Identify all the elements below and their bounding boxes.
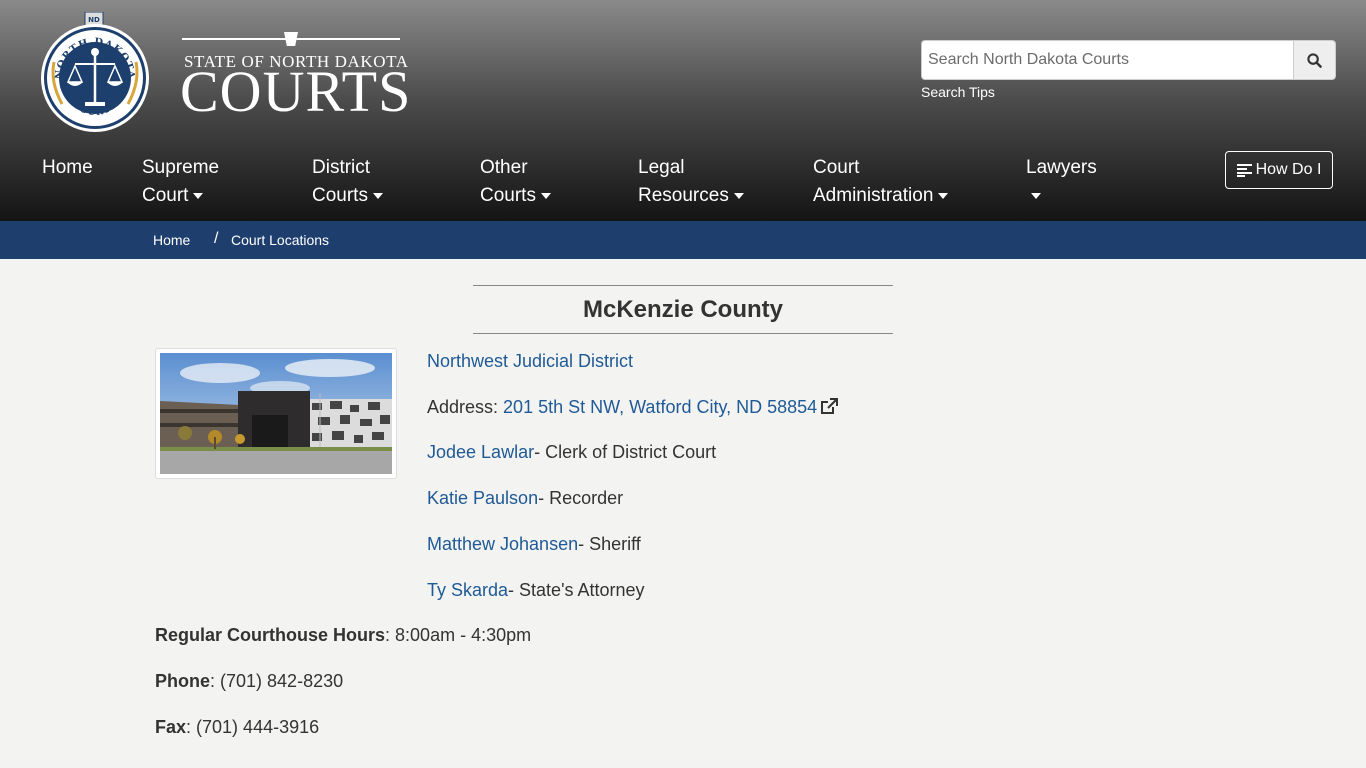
contact-role: - Sheriff: [578, 534, 641, 554]
breadcrumb-separator: /: [214, 230, 219, 247]
hours-line: Regular Courthouse Hours: 8:00am - 4:30p…: [155, 625, 531, 646]
nav-label-line: Supreme: [142, 157, 220, 178]
how-do-i-button[interactable]: How Do I: [1225, 151, 1333, 189]
nav-label-line: Lawyers: [1026, 157, 1097, 178]
external-link-icon[interactable]: [820, 398, 839, 415]
contact-role: - Clerk of District Court: [534, 442, 717, 462]
nav-label-line: Other: [480, 157, 528, 178]
nav-label-line: District: [312, 157, 371, 178]
nav-home[interactable]: Home: [42, 154, 93, 182]
nav-label-line: Administration: [813, 185, 934, 206]
courthouse-photo: [155, 348, 397, 479]
contact-sheriff: Matthew Johansen- Sheriff: [427, 534, 641, 555]
hours-label: Regular Courthouse Hours: [155, 625, 386, 645]
contact-name-link[interactable]: Jodee Lawlar: [427, 442, 534, 462]
site-header: ND NORTH DAKOTA COURTS STATE OF NORTH DA…: [0, 0, 1366, 221]
caret-down-icon: [733, 192, 744, 199]
nav-court-administration[interactable]: Court Administration: [813, 154, 949, 210]
contact-states-attorney: Ty Skarda- State's Attorney: [427, 580, 645, 601]
phone-value: : (701) 842-8230: [210, 671, 344, 691]
hours-value: : 8:00am - 4:30pm: [385, 625, 532, 645]
how-do-i-label: How Do I: [1255, 161, 1322, 178]
fax-line: Fax: (701) 444-3916: [155, 717, 319, 738]
district-link[interactable]: Northwest Judicial District: [427, 351, 633, 371]
caret-down-icon: [193, 192, 204, 199]
breadcrumb: Home / Court Locations: [0, 221, 1366, 259]
phone-label: Phone: [155, 671, 211, 691]
nav-label-line: Court: [813, 157, 860, 178]
caret-down-icon: [540, 192, 551, 199]
contact-clerk: Jodee Lawlar- Clerk of District Court: [427, 442, 716, 463]
contact-name-link[interactable]: Katie Paulson: [427, 488, 538, 508]
nav-legal-resources[interactable]: Legal Resources: [638, 154, 744, 210]
search-button[interactable]: [1293, 40, 1336, 80]
nav-other-courts[interactable]: Other Courts: [480, 154, 551, 210]
site-title-big: COURTS: [180, 59, 412, 124]
breadcrumb-current[interactable]: Court Locations: [231, 232, 329, 248]
contact-name-link[interactable]: Ty Skarda: [427, 580, 508, 600]
nav-label-line: Legal: [638, 157, 685, 178]
district-line: Northwest Judicial District: [427, 351, 633, 372]
title-notch: [284, 32, 298, 46]
nav-supreme-court[interactable]: Supreme Court: [142, 154, 219, 210]
address-line: Address: 201 5th St NW, Watford City, ND…: [427, 397, 839, 418]
phone-line: Phone: (701) 842-8230: [155, 671, 343, 692]
contact-name-link[interactable]: Matthew Johansen: [427, 534, 578, 554]
nav-district-courts[interactable]: District Courts: [312, 154, 383, 210]
courthouse-image: [160, 353, 392, 474]
search-icon: [1307, 52, 1322, 68]
site-title[interactable]: STATE OF NORTH DAKOTA COURTS: [180, 30, 410, 123]
fax-label: Fax: [155, 717, 187, 737]
svg-text:ND: ND: [88, 16, 100, 24]
nav-label-line: Court: [142, 185, 189, 206]
contact-role: - State's Attorney: [508, 580, 645, 600]
caret-down-icon: [372, 192, 383, 199]
caret-down-icon: [938, 192, 949, 199]
search-group: [921, 40, 1336, 80]
fax-value: : (701) 444-3916: [186, 717, 320, 737]
address-label: Address:: [427, 397, 504, 417]
list-icon: [1236, 164, 1252, 177]
search-tips-link[interactable]: Search Tips: [921, 84, 995, 100]
nav-lawyers[interactable]: Lawyers: [1026, 154, 1097, 210]
caret-down-icon: [1031, 192, 1041, 199]
nav-label-line: Resources: [638, 185, 729, 206]
court-seal-logo[interactable]: ND NORTH DAKOTA COURTS: [40, 11, 150, 134]
page-title: McKenzie County: [473, 285, 893, 334]
contact-role: - Recorder: [538, 488, 624, 508]
nav-label-line: Courts: [480, 185, 536, 206]
breadcrumb-home[interactable]: Home: [153, 232, 190, 248]
nav-home-label: Home: [42, 157, 93, 178]
nav-label-line: Courts: [312, 185, 368, 206]
search-input[interactable]: [921, 40, 1294, 80]
address-link[interactable]: 201 5th St NW, Watford City, ND 58854: [503, 397, 817, 417]
contact-recorder: Katie Paulson- Recorder: [427, 488, 623, 509]
